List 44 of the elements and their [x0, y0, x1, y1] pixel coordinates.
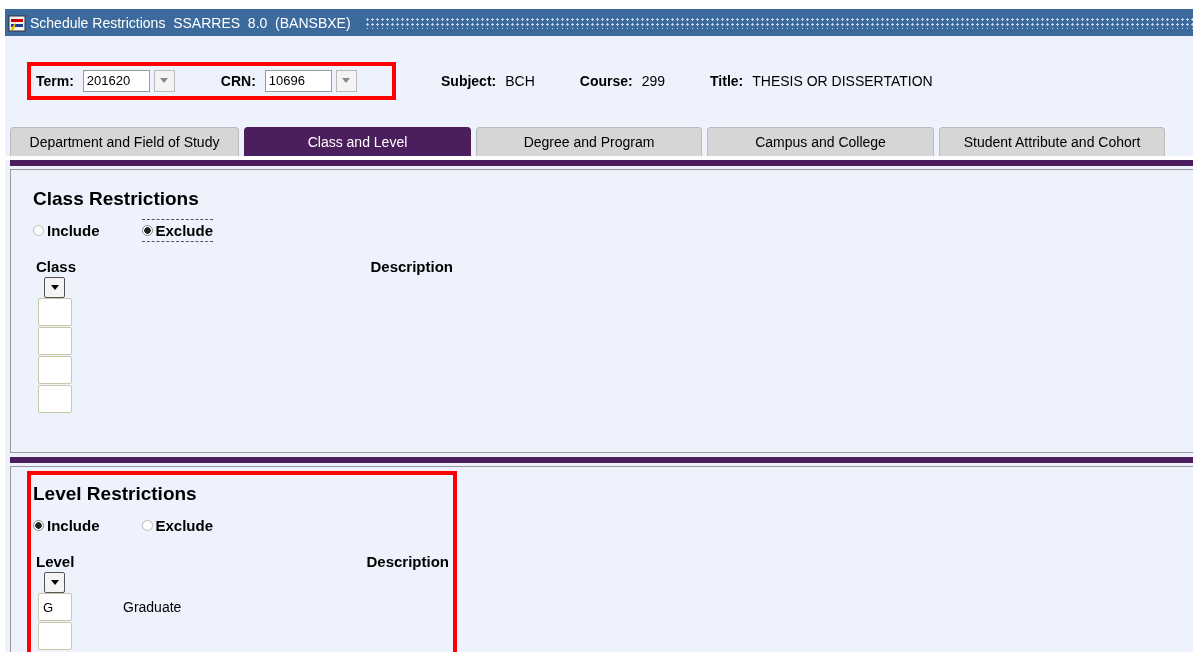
- tab[interactable]: Student Attribute and Cohort: [939, 127, 1165, 156]
- code-field[interactable]: [38, 298, 72, 326]
- section-title: Class Restrictions: [33, 188, 200, 210]
- dropdown-button[interactable]: [44, 572, 65, 593]
- code-field[interactable]: G: [38, 593, 72, 621]
- column-header: Description: [370, 258, 453, 277]
- field-value: 299: [641, 72, 666, 89]
- caret-icon: [341, 77, 352, 84]
- field-label: Subject:: [441, 72, 497, 89]
- radio-button[interactable]: [33, 520, 44, 531]
- term-label: Term:: [36, 72, 74, 89]
- dropdown-button[interactable]: [44, 277, 65, 298]
- code-field[interactable]: [38, 327, 72, 355]
- tab[interactable]: Campus and College: [707, 127, 934, 156]
- code-field[interactable]: [38, 356, 72, 384]
- window-title: Schedule Restrictions SSARRES 8.0 (BANSBXE): [30, 14, 351, 31]
- tab[interactable]: Class and Level: [244, 127, 471, 156]
- field-label: Title:: [710, 72, 744, 89]
- tab[interactable]: Department and Field of Study: [10, 127, 239, 156]
- radio-option[interactable]: Include: [33, 219, 100, 242]
- field-value: THESIS OR DISSERTATION: [752, 72, 933, 89]
- field-value: BCH: [505, 72, 535, 89]
- radio-button[interactable]: [33, 225, 44, 236]
- radio-button[interactable]: [141, 520, 153, 531]
- term-field[interactable]: 201620: [82, 69, 150, 92]
- code-field[interactable]: [38, 622, 72, 650]
- app-icon: [8, 13, 26, 32]
- caret-icon: [159, 77, 170, 84]
- column-header: Level: [36, 553, 75, 570]
- caret-icon: [49, 579, 60, 586]
- description-text: Graduate: [123, 599, 182, 615]
- column-header: Class: [36, 258, 77, 275]
- column-header: Description: [366, 553, 449, 572]
- crn-label: CRN:: [220, 72, 256, 89]
- crn-field[interactable]: 10696: [264, 69, 332, 92]
- radio-option[interactable]: Exclude: [141, 514, 214, 537]
- field-label: Course:: [579, 72, 633, 89]
- section-title: Level Restrictions: [33, 483, 198, 505]
- tab[interactable]: Degree and Program: [476, 127, 702, 156]
- radio-button[interactable]: [141, 225, 153, 236]
- caret-icon: [49, 284, 60, 291]
- radio-option[interactable]: Include: [33, 514, 100, 537]
- code-field[interactable]: [38, 385, 72, 413]
- radio-option[interactable]: Exclude: [141, 219, 214, 242]
